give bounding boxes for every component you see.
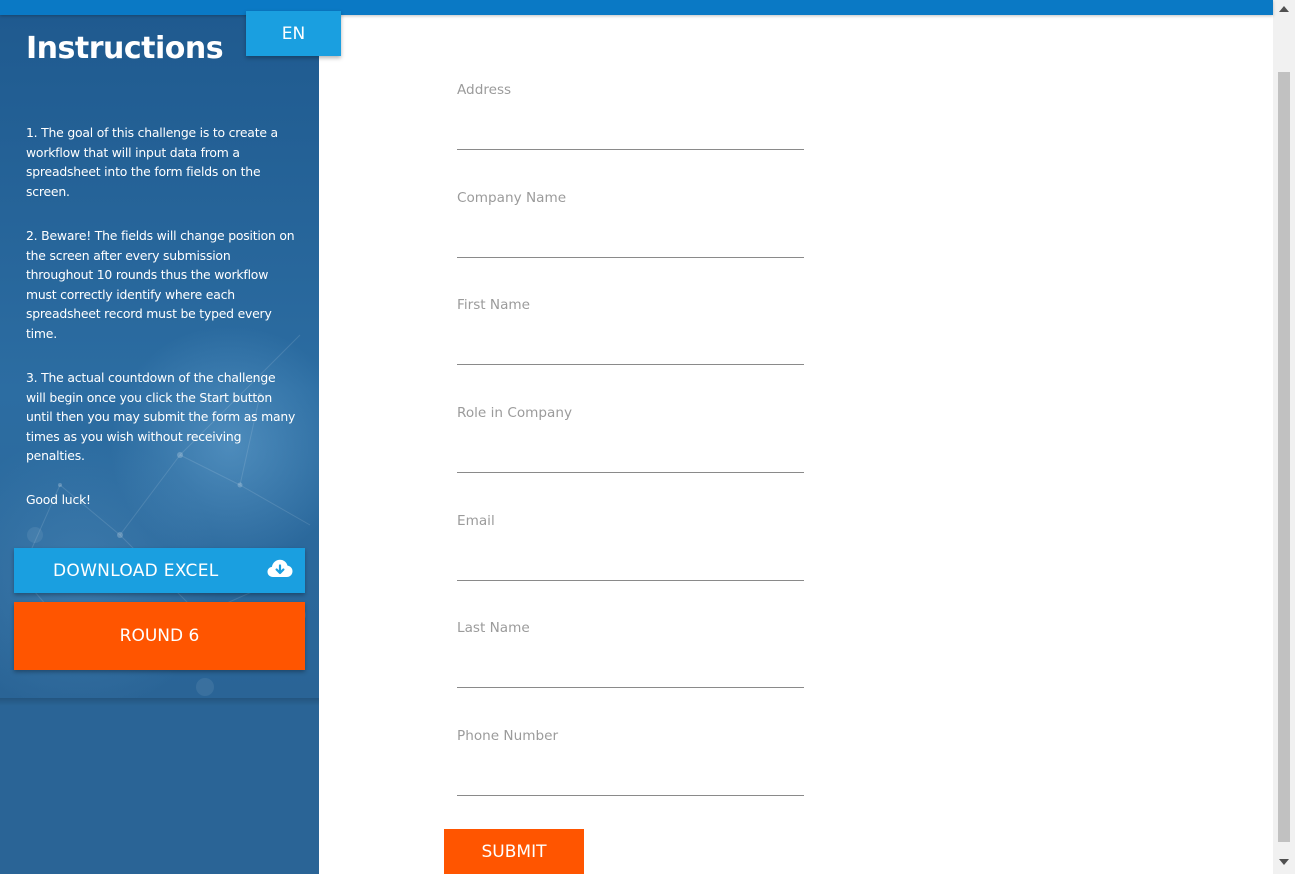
last-name-field: Last Name [457,620,804,700]
email-input[interactable] [457,547,804,581]
download-excel-label: DOWNLOAD EXCEL [53,560,219,581]
sidebar-divider [0,698,319,706]
scroll-thumb[interactable] [1278,72,1290,842]
company-name-label: Company Name [457,190,567,206]
vertical-scrollbar[interactable] [1273,0,1295,874]
phone-number-input[interactable] [457,762,804,796]
scroll-up-arrow-icon[interactable] [1279,6,1289,12]
instruction-3: 3. The actual countdown of the challenge… [26,370,296,463]
sidebar-title: Instructions [26,31,224,66]
address-label: Address [457,82,512,98]
last-name-input[interactable] [457,654,804,688]
first-name-label: First Name [457,297,531,313]
instructions-sidebar: Instructions 1. The goal of this challen… [0,15,319,874]
submit-button[interactable]: SUBMIT [444,829,584,874]
round-button[interactable]: ROUND 6 [14,602,305,670]
address-field: Address [457,82,804,162]
role-in-company-label: Role in Company [457,405,572,421]
network-pattern [18,334,311,696]
top-bar [0,0,1273,15]
role-in-company-field: Role in Company [457,405,804,485]
instruction-1: 1. The goal of this challenge is to crea… [26,125,278,199]
company-name-input[interactable] [457,224,804,258]
last-name-label: Last Name [457,620,530,636]
company-name-field: Company Name [457,190,804,270]
cloud-download-icon [267,558,293,585]
sidebar-background [0,15,319,698]
first-name-input[interactable] [457,331,804,365]
good-luck-text: Good luck! [26,492,91,507]
instruction-2: 2. Beware! The fields will change positi… [26,228,295,341]
first-name-field: First Name [457,297,804,377]
address-input[interactable] [457,116,804,150]
email-field: Email [457,513,804,593]
email-label: Email [457,513,495,529]
language-button[interactable]: EN [246,11,341,56]
download-excel-button[interactable]: DOWNLOAD EXCEL [14,548,305,593]
phone-number-label: Phone Number [457,728,559,744]
phone-number-field: Phone Number [457,728,804,808]
role-in-company-input[interactable] [457,439,804,473]
scroll-down-arrow-icon[interactable] [1279,859,1289,865]
